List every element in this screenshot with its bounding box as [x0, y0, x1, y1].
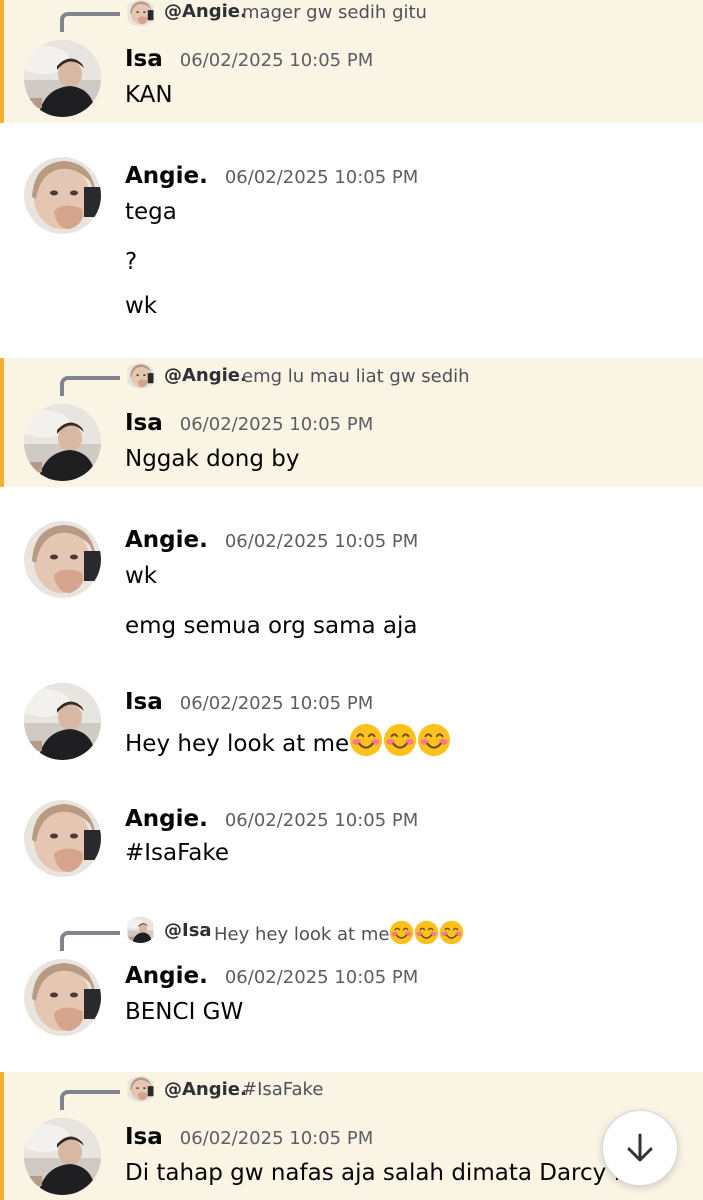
- smiling-face-emoji-icon: [389, 920, 414, 945]
- avatar[interactable]: [24, 404, 101, 481]
- timestamp: 06/02/2025 10:05 PM: [224, 967, 419, 988]
- timestamp: 06/02/2025 10:05 PM: [179, 414, 374, 435]
- reply-connector: [60, 376, 120, 396]
- message-item[interactable]: Angie. 06/02/2025 10:05 PM tega ? wk: [0, 123, 703, 358]
- message-header: Angie. 06/02/2025 10:05 PM: [125, 806, 418, 832]
- message-item[interactable]: @Isa Hey hey look at me Angie. 06/02/202…: [0, 900, 703, 1070]
- author-name[interactable]: Isa: [125, 1124, 163, 1150]
- timestamp: 06/02/2025 10:05 PM: [179, 50, 374, 71]
- reply-author[interactable]: @Angie.: [164, 1079, 247, 1100]
- smiling-face-emoji-icon: [439, 920, 464, 945]
- timestamp: 06/02/2025 10:05 PM: [224, 167, 419, 188]
- message-text: KAN: [125, 82, 173, 108]
- message-header: Angie. 06/02/2025 10:05 PM: [125, 527, 418, 553]
- message-text: tega: [125, 199, 177, 225]
- message-text: wk: [125, 563, 158, 589]
- reply-avatar[interactable]: [125, 1076, 156, 1102]
- message-header: Isa 06/02/2025 10:05 PM: [125, 410, 373, 436]
- smiling-face-emoji-icon: [417, 723, 451, 757]
- reply-preview[interactable]: emg lu mau liat gw sedih: [242, 366, 470, 387]
- avatar[interactable]: [24, 157, 101, 234]
- reply-avatar[interactable]: [125, 917, 156, 943]
- message-item[interactable]: Isa 06/02/2025 10:05 PM Hey hey look at …: [0, 662, 703, 782]
- author-name[interactable]: Isa: [125, 46, 163, 72]
- message-text: wk: [125, 293, 158, 319]
- message-item[interactable]: Angie. 06/02/2025 10:05 PM #IsaFake: [0, 782, 703, 900]
- reply-author[interactable]: @Angie.: [164, 1, 247, 22]
- reply-preview[interactable]: mager gw sedih gitu: [242, 2, 427, 23]
- reply-connector: [60, 1090, 120, 1110]
- author-name[interactable]: Isa: [125, 410, 163, 436]
- smiling-face-emoji-icon: [414, 920, 439, 945]
- message-item[interactable]: @Angie. #IsaFake Isa 06/02/2025 10:05 PM…: [0, 1072, 703, 1200]
- avatar[interactable]: [24, 40, 101, 117]
- message-text: Nggak dong by: [125, 446, 300, 472]
- timestamp: 06/02/2025 10:05 PM: [179, 1128, 374, 1149]
- author-name[interactable]: Isa: [125, 689, 163, 715]
- reply-connector: [60, 12, 120, 32]
- message-text: BENCI GW: [125, 999, 244, 1025]
- reply-preview-text: Hey hey look at me: [214, 924, 390, 945]
- avatar[interactable]: [24, 959, 101, 1036]
- avatar[interactable]: [24, 521, 101, 598]
- avatar[interactable]: [24, 1118, 101, 1195]
- author-name[interactable]: Angie.: [125, 163, 208, 189]
- message-text: Di tahap gw nafas aja salah dimata Darcy…: [125, 1160, 636, 1186]
- author-name[interactable]: Angie.: [125, 806, 208, 832]
- message-item[interactable]: @Angie. mager gw sedih gitu Isa 06/02/20…: [0, 0, 703, 123]
- jump-to-present-button[interactable]: [602, 1110, 678, 1186]
- message-text-content: Hey hey look at me: [125, 731, 350, 757]
- timestamp: 06/02/2025 10:05 PM: [179, 693, 374, 714]
- reply-author[interactable]: @Isa: [164, 920, 212, 941]
- message-text: ?: [125, 249, 138, 275]
- message-text: Hey hey look at me: [125, 723, 451, 757]
- smiling-face-emoji-icon: [383, 723, 417, 757]
- avatar[interactable]: [24, 800, 101, 877]
- message-header: Isa 06/02/2025 10:05 PM: [125, 46, 373, 72]
- message-header: Angie. 06/02/2025 10:05 PM: [125, 163, 418, 189]
- reply-author[interactable]: @Angie.: [164, 365, 247, 386]
- timestamp: 06/02/2025 10:05 PM: [224, 810, 419, 831]
- message-header: Isa 06/02/2025 10:05 PM: [125, 689, 373, 715]
- smiling-face-emoji-icon: [349, 723, 383, 757]
- avatar[interactable]: [24, 683, 101, 760]
- author-name[interactable]: Angie.: [125, 963, 208, 989]
- reply-connector: [60, 931, 120, 951]
- reply-avatar[interactable]: [125, 363, 156, 389]
- reply-preview[interactable]: #IsaFake: [242, 1079, 323, 1100]
- message-item[interactable]: @Angie. emg lu mau liat gw sedih Isa 06/…: [0, 358, 703, 487]
- message-header: Isa 06/02/2025 10:05 PM: [125, 1124, 373, 1150]
- reply-avatar[interactable]: [125, 0, 156, 26]
- author-name[interactable]: Angie.: [125, 527, 208, 553]
- message-text: emg semua org sama aja: [125, 613, 418, 639]
- message-header: Angie. 06/02/2025 10:05 PM: [125, 963, 418, 989]
- timestamp: 06/02/2025 10:05 PM: [224, 531, 419, 552]
- message-item[interactable]: Angie. 06/02/2025 10:05 PM wk emg semua …: [0, 487, 703, 662]
- reply-preview[interactable]: Hey hey look at me: [214, 920, 464, 945]
- arrow-down-icon: [627, 1133, 653, 1162]
- message-text: #IsaFake: [125, 840, 229, 866]
